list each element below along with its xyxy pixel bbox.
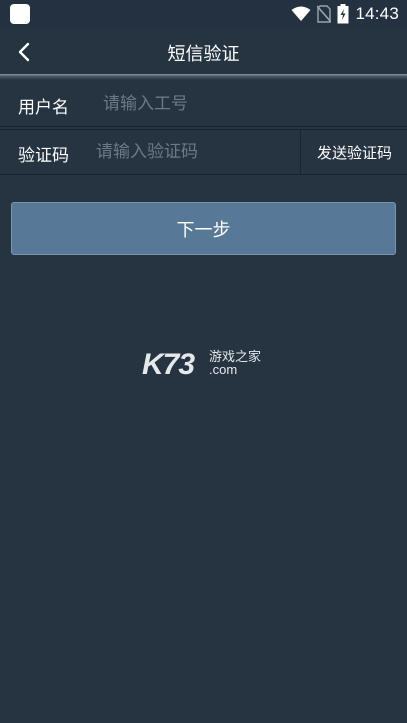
status-bar: 14:43 [0, 0, 407, 28]
verification-code-input[interactable] [96, 136, 296, 168]
watermark-brand: K73 [142, 348, 195, 379]
next-step-button[interactable]: 下一步 [11, 202, 396, 255]
status-time: 14:43 [355, 4, 399, 23]
verification-code-row: 验证码 发送验证码 [0, 129, 407, 175]
send-code-button[interactable]: 发送验证码 [300, 130, 407, 174]
username-label: 用户名 [18, 98, 69, 118]
sms-verification-screen: 14:43 短信验证 用户名 验证码 发送验证码 下一步 K73 游戏之家 .c… [0, 0, 407, 723]
app-header: 短信验证 [0, 28, 407, 74]
page-title: 短信验证 [167, 44, 240, 65]
no-sim-icon [317, 5, 332, 23]
username-row: 用户名 [0, 82, 407, 127]
wifi-icon [291, 6, 311, 21]
header-divider [0, 74, 407, 80]
watermark-domain: .com [209, 362, 237, 377]
battery-charging-icon [337, 4, 349, 24]
app-icon [10, 4, 30, 24]
verification-code-label: 验证码 [18, 146, 69, 166]
username-input[interactable] [103, 88, 393, 120]
k73-watermark-logo: K73 游戏之家 .com [142, 348, 261, 379]
status-icons: 14:43 [291, 3, 399, 25]
